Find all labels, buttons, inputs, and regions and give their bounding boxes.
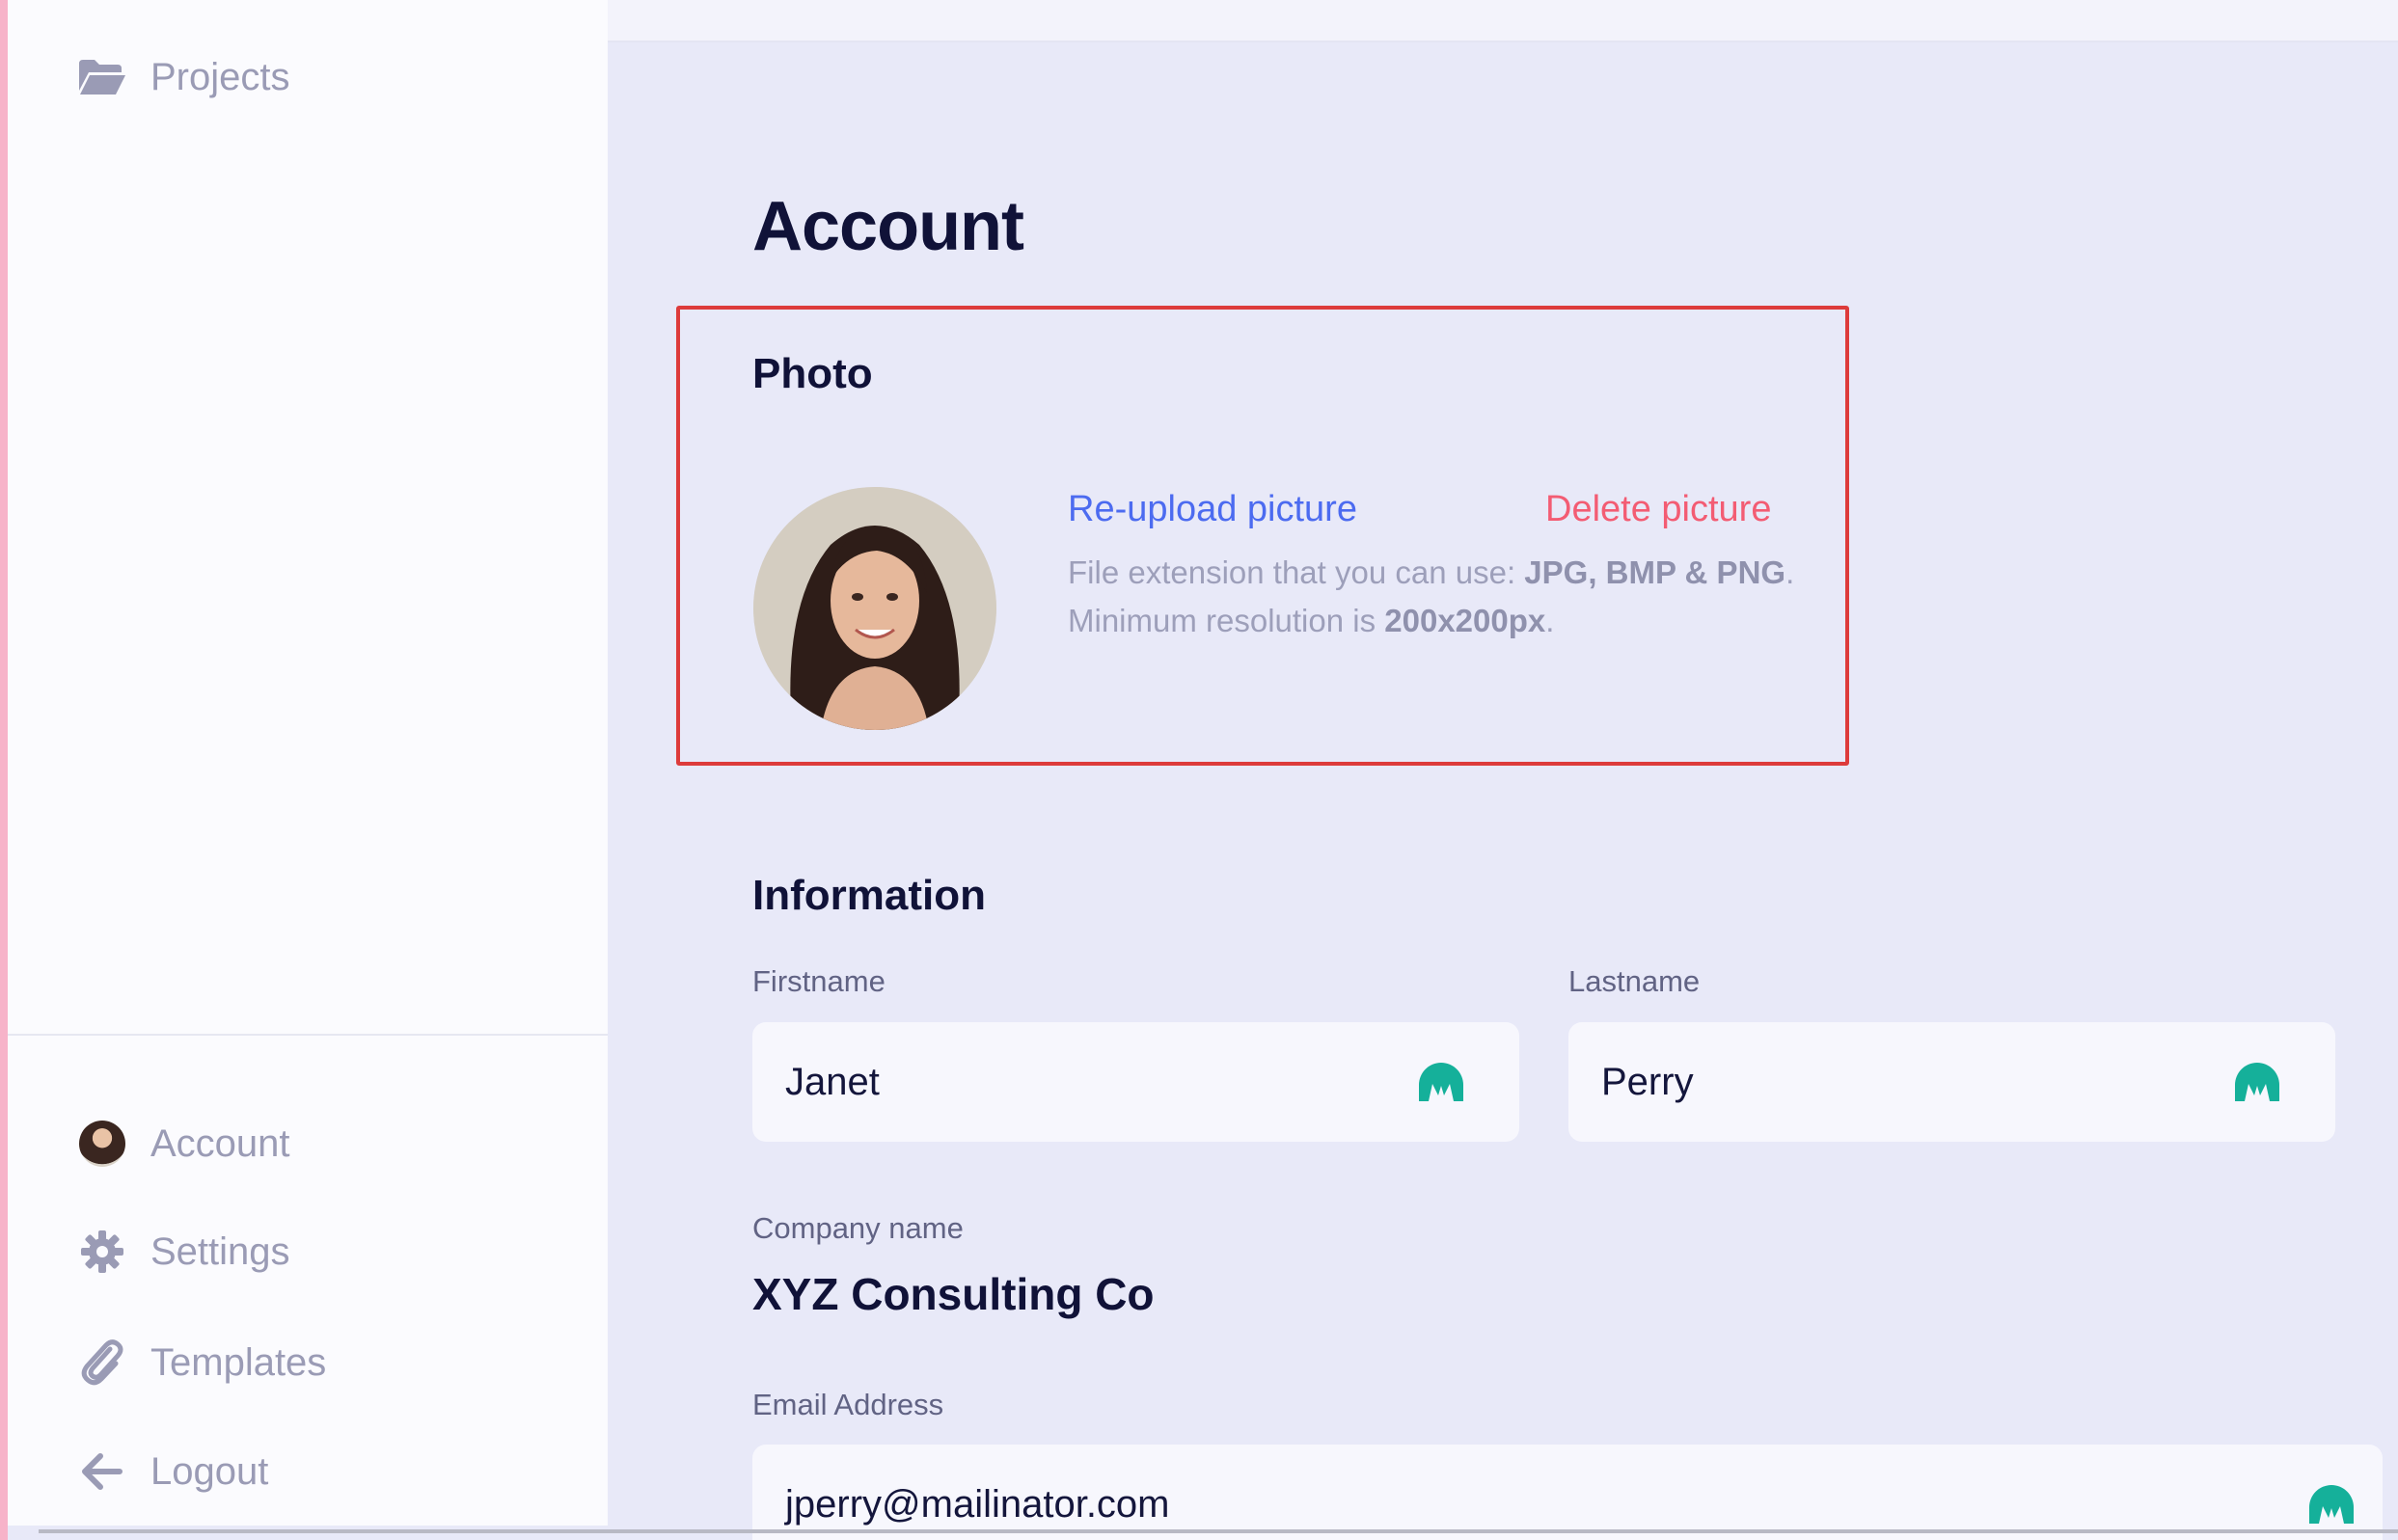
delete-picture-link[interactable]: Delete picture xyxy=(1545,489,1771,530)
verified-icon xyxy=(1417,1061,1465,1103)
sidebar-item-logout[interactable]: Logout xyxy=(77,1446,268,1497)
photo-section-title: Photo xyxy=(752,350,873,397)
lastname-field[interactable]: Perry xyxy=(1568,1022,2335,1142)
window-edge xyxy=(0,0,8,1540)
firstname-label: Firstname xyxy=(752,964,886,998)
bottom-scrollbar[interactable] xyxy=(39,1529,2398,1533)
sidebar-item-settings[interactable]: Settings xyxy=(77,1227,290,1277)
reupload-picture-link[interactable]: Re-upload picture xyxy=(1068,489,1357,530)
sidebar-item-label: Settings xyxy=(150,1229,290,1273)
email-field[interactable]: jperry@mailinator.com xyxy=(752,1445,2383,1540)
main-content: Account Photo Re-upload picture Delete p… xyxy=(608,44,2398,1540)
sidebar-item-account[interactable]: Account xyxy=(77,1119,290,1169)
firstname-value: Janet xyxy=(785,1060,880,1103)
company-name-label: Company name xyxy=(752,1211,964,1245)
email-label: Email Address xyxy=(752,1388,944,1421)
lastname-label: Lastname xyxy=(1568,964,1701,998)
lastname-value: Perry xyxy=(1601,1060,1694,1103)
arrow-left-icon xyxy=(77,1446,127,1497)
gear-icon xyxy=(77,1227,127,1277)
photo-hint: File extension that you can use: JPG, BM… xyxy=(1068,549,1794,645)
sidebar-item-label: Templates xyxy=(150,1340,327,1384)
folder-open-icon xyxy=(77,52,127,102)
photo-hint-resolution: Minimum resolution is 200x200px. xyxy=(1068,603,1555,638)
app-window: Projects Account Settings Templates Logo… xyxy=(0,0,2398,1540)
sidebar-divider xyxy=(8,1034,608,1036)
email-value: jperry@mailinator.com xyxy=(785,1482,1170,1526)
sidebar-item-label: Account xyxy=(150,1121,290,1165)
information-section-title: Information xyxy=(752,872,986,919)
firstname-field[interactable]: Janet xyxy=(752,1022,1519,1142)
profile-photo xyxy=(753,487,996,730)
sidebar-item-label: Projects xyxy=(150,55,290,98)
account-avatar xyxy=(77,1119,127,1169)
company-name-value: XYZ Consulting Co xyxy=(752,1269,1155,1319)
page-title: Account xyxy=(752,188,1024,265)
photo-hint-extensions: File extension that you can use: JPG, BM… xyxy=(1068,554,1795,590)
paperclip-icon xyxy=(77,1337,127,1388)
sidebar: Projects Account Settings Templates Logo… xyxy=(8,0,608,1526)
sidebar-item-templates[interactable]: Templates xyxy=(77,1337,326,1388)
sidebar-item-label: Logout xyxy=(150,1449,269,1493)
sidebar-item-projects[interactable]: Projects xyxy=(77,52,290,102)
photo-section: Photo Re-upload picture Delete picture F… xyxy=(676,306,1849,766)
top-bar xyxy=(608,0,2398,42)
verified-icon xyxy=(2307,1483,2356,1526)
verified-icon xyxy=(2233,1061,2281,1103)
